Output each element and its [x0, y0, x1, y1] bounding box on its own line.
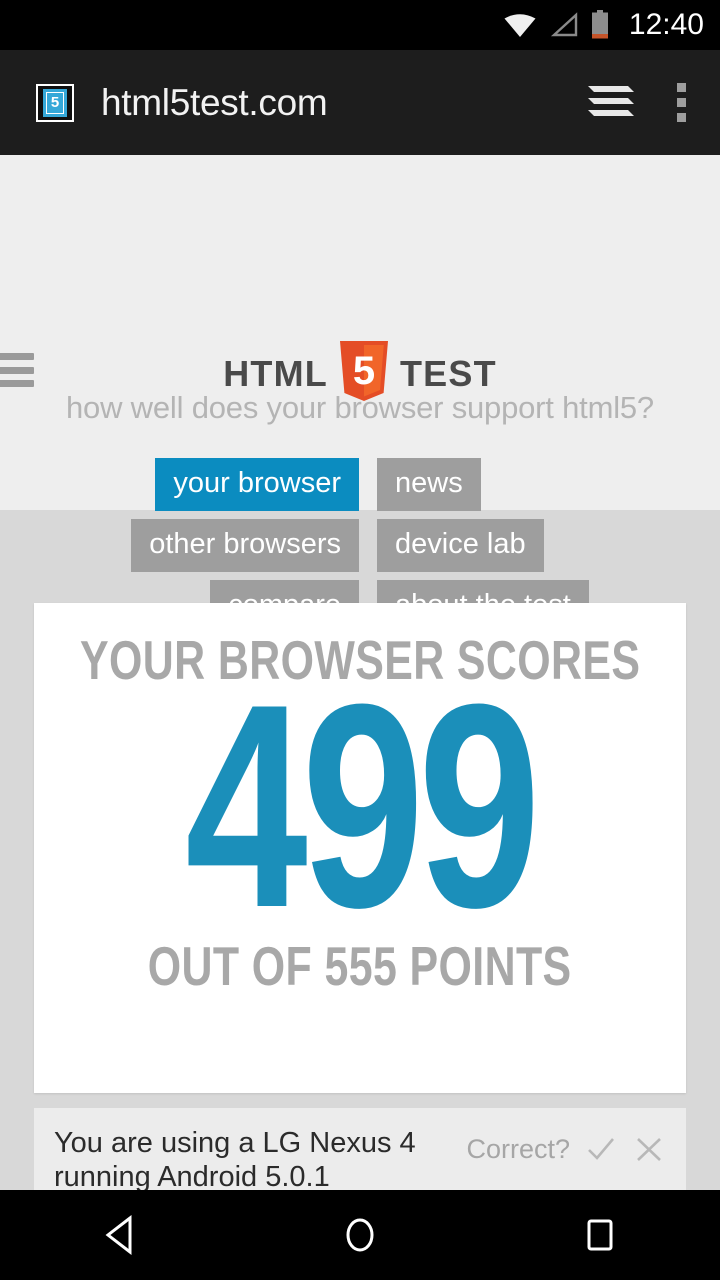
- browser-action-group: [584, 80, 720, 126]
- favicon-digit: 5: [50, 94, 60, 111]
- correct-prompt-label: Correct?: [466, 1133, 570, 1164]
- overflow-dot: [676, 98, 686, 107]
- status-icon-group: 12:40: [503, 10, 704, 40]
- html5-shield-favicon: 5: [36, 83, 74, 122]
- tab-stack-icon[interactable]: [584, 80, 638, 126]
- android-navigation-bar: [0, 1190, 720, 1280]
- android-recents-button[interactable]: [540, 1190, 660, 1280]
- home-circle-icon: [346, 1218, 374, 1252]
- device-description: You are using a LG Nexus 4 running Andro…: [54, 1127, 416, 1190]
- overflow-dot: [676, 113, 686, 122]
- android-home-button[interactable]: [300, 1190, 420, 1280]
- cell-signal-icon: [550, 12, 578, 37]
- nav-device-lab[interactable]: device lab: [377, 519, 544, 572]
- status-bar-clock: 12:40: [628, 8, 704, 41]
- check-icon[interactable]: [584, 1132, 618, 1166]
- nav-other-browsers[interactable]: other browsers: [131, 519, 360, 572]
- logo-word-test: TEST: [399, 353, 497, 394]
- score-card: YOUR BROWSER SCORES 499 OUT OF 555 POINT…: [34, 603, 686, 1093]
- site-header: HTML 5 TEST how well does your browser s…: [0, 155, 720, 633]
- nav-news[interactable]: news: [377, 458, 481, 511]
- logo-word-html: HTML: [223, 353, 328, 394]
- device-info-bar: You are using a LG Nexus 4 running Andro…: [34, 1108, 686, 1190]
- back-triangle-icon: [105, 1214, 132, 1256]
- url-bar[interactable]: html5test.com: [101, 82, 327, 124]
- score-max-label: OUT OF 555 POINTS: [148, 935, 572, 998]
- site-tagline: how well does your browser support html5…: [66, 390, 654, 425]
- svg-text:5: 5: [353, 349, 375, 393]
- close-icon[interactable]: [632, 1132, 666, 1166]
- nav-your-browser[interactable]: your browser: [155, 458, 360, 511]
- android-back-button[interactable]: [60, 1190, 180, 1280]
- android-status-bar: 12:40: [0, 0, 720, 50]
- battery-icon: [591, 10, 608, 39]
- wifi-icon: [504, 14, 536, 37]
- device-screen: 12:40 5 html5test.com HTML 5 TEST how we…: [0, 0, 720, 1280]
- favicon-shield-body: 5: [43, 88, 67, 117]
- browser-toolbar: 5 html5test.com: [0, 50, 720, 155]
- overflow-menu-icon[interactable]: [664, 80, 698, 126]
- recents-square-icon: [587, 1219, 613, 1251]
- score-value: 499: [185, 644, 541, 968]
- overflow-dot: [676, 83, 686, 92]
- device-confirm-group: Correct?: [466, 1126, 666, 1166]
